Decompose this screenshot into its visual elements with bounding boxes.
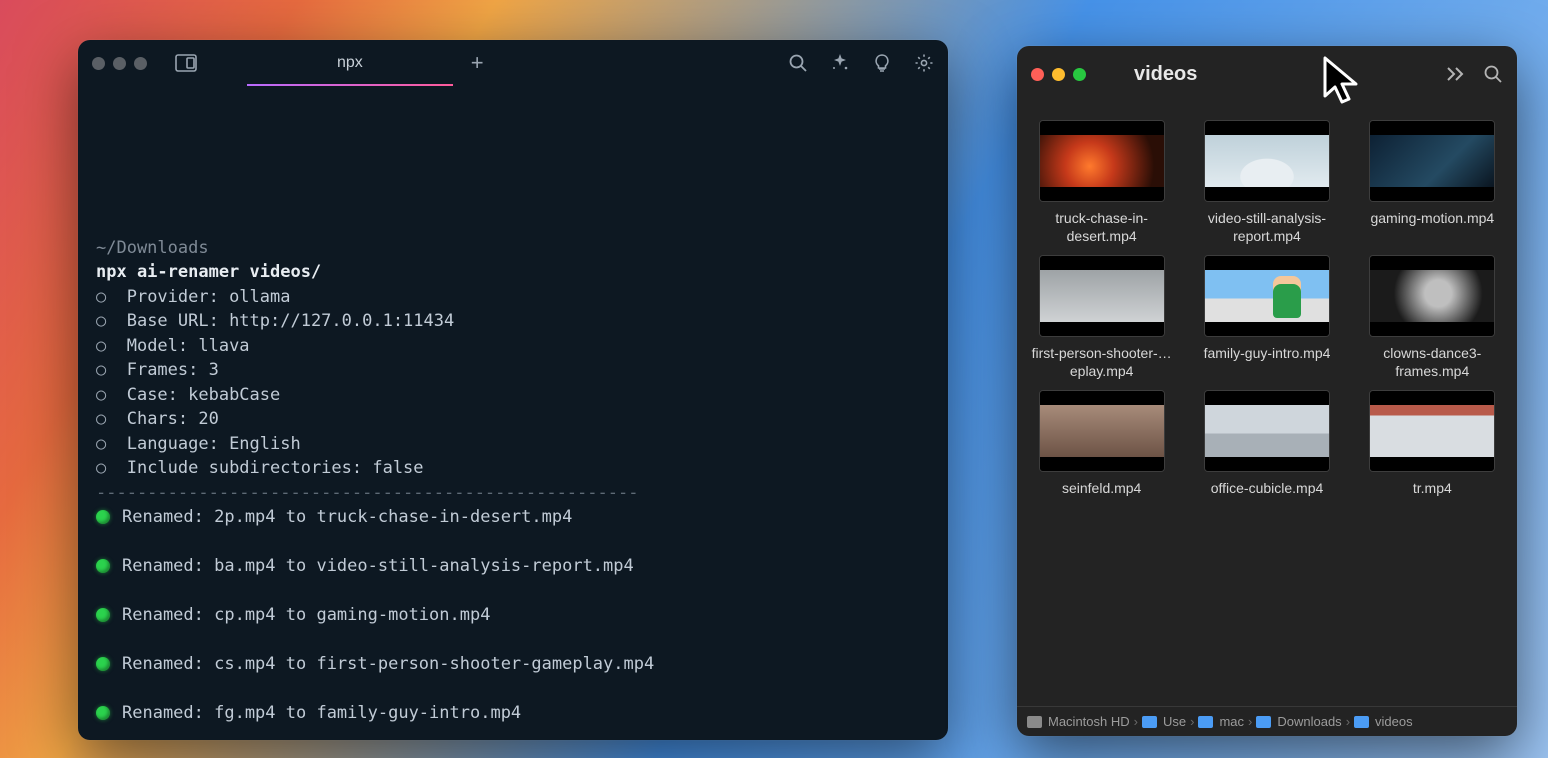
folder-icon — [1198, 716, 1213, 728]
renamed-line: Renamed: 2p.mp4 to truck-chase-in-desert… — [96, 505, 930, 529]
file-name: gaming-motion.mp4 — [1370, 210, 1494, 228]
path-segment[interactable]: mac — [1198, 714, 1244, 729]
minimize-button[interactable] — [1052, 68, 1065, 81]
maximize-button[interactable] — [1073, 68, 1086, 81]
chevron-double-right-icon[interactable] — [1445, 65, 1465, 83]
finder-title: videos — [1134, 63, 1431, 86]
terminal-output[interactable]: ~/Downloads npx ai-renamer videos/ Provi… — [78, 86, 948, 740]
search-icon[interactable] — [788, 53, 808, 73]
file-name: clowns-dance3-frames.mp4 — [1357, 345, 1507, 380]
renamed-line: Renamed: cs.mp4 to first-person-shooter-… — [96, 652, 930, 676]
cwd-line: ~/Downloads — [96, 238, 209, 258]
file-name: office-cubicle.mp4 — [1211, 480, 1324, 498]
file-item[interactable]: video-still-analysis-report.mp4 — [1188, 120, 1345, 245]
ai-sparkle-icon[interactable] — [830, 53, 850, 73]
file-item[interactable]: gaming-motion.mp4 — [1354, 120, 1511, 245]
video-thumbnail — [1039, 120, 1165, 202]
close-button[interactable] — [92, 57, 105, 70]
file-name: truck-chase-in-desert.mp4 — [1027, 210, 1177, 245]
file-item[interactable]: first-person-shooter-…eplay.mp4 — [1023, 255, 1180, 380]
path-segment[interactable]: Macintosh HD — [1027, 714, 1130, 729]
chevron-right-icon: › — [1190, 714, 1194, 729]
terminal-toolbar — [788, 53, 934, 73]
gear-icon[interactable] — [914, 53, 934, 73]
renamed-line: Renamed: ba.mp4 to video-still-analysis-… — [96, 554, 930, 578]
config-line: Provider: ollama — [96, 287, 290, 307]
disk-icon — [1027, 716, 1042, 728]
file-item[interactable]: family-guy-intro.mp4 — [1188, 255, 1345, 380]
file-name: first-person-shooter-…eplay.mp4 — [1027, 345, 1177, 380]
new-tab-button[interactable]: + — [453, 50, 502, 76]
config-line: Language: English — [96, 434, 301, 454]
folder-icon — [1354, 716, 1369, 728]
video-thumbnail — [1204, 255, 1330, 337]
divider-line: ----------------------------------------… — [96, 483, 638, 503]
config-line: Chars: 20 — [96, 409, 219, 429]
finder-icon-grid: truck-chase-in-desert.mp4 video-still-an… — [1017, 102, 1517, 706]
file-item[interactable]: seinfeld.mp4 — [1023, 390, 1180, 498]
finder-traffic-lights — [1031, 68, 1086, 81]
file-item[interactable]: truck-chase-in-desert.mp4 — [1023, 120, 1180, 245]
folder-icon — [1256, 716, 1271, 728]
video-thumbnail — [1039, 255, 1165, 337]
split-pane-icon[interactable] — [175, 54, 197, 72]
renamed-line: Renamed: fg.mp4 to family-guy-intro.mp4 — [96, 701, 930, 725]
video-thumbnail — [1204, 120, 1330, 202]
config-line: Base URL: http://127.0.0.1:11434 — [96, 311, 454, 331]
config-line: Case: kebabCase — [96, 385, 280, 405]
config-line: Include subdirectories: false — [96, 458, 424, 478]
path-segment[interactable]: Use — [1142, 714, 1186, 729]
terminal-window: npx + ~/Downloads npx ai-renamer videos/… — [78, 40, 948, 740]
folder-icon — [1142, 716, 1157, 728]
file-name: tr.mp4 — [1413, 480, 1452, 498]
path-segment[interactable]: Downloads — [1256, 714, 1341, 729]
chevron-right-icon: › — [1248, 714, 1252, 729]
file-item[interactable]: tr.mp4 — [1354, 390, 1511, 498]
video-thumbnail — [1369, 390, 1495, 472]
minimize-button[interactable] — [113, 57, 126, 70]
renamed-line: Renamed: cp.mp4 to gaming-motion.mp4 — [96, 603, 930, 627]
finder-toolbar — [1445, 64, 1503, 84]
file-item[interactable]: clowns-dance3-frames.mp4 — [1354, 255, 1511, 380]
video-thumbnail — [1369, 120, 1495, 202]
maximize-button[interactable] — [134, 57, 147, 70]
terminal-tab-label: npx — [337, 54, 363, 72]
command-line: npx ai-renamer videos/ — [96, 262, 321, 282]
file-item[interactable]: office-cubicle.mp4 — [1188, 390, 1345, 498]
video-thumbnail — [1039, 390, 1165, 472]
lightbulb-icon[interactable] — [872, 53, 892, 73]
file-name: video-still-analysis-report.mp4 — [1192, 210, 1342, 245]
terminal-tab[interactable]: npx — [247, 40, 453, 86]
finder-path-bar: Macintosh HD › Use › mac › Downloads › v… — [1017, 706, 1517, 736]
file-name: seinfeld.mp4 — [1062, 480, 1141, 498]
finder-titlebar: videos — [1017, 46, 1517, 102]
file-name: family-guy-intro.mp4 — [1204, 345, 1331, 363]
finder-window: videos truck-chase-in-desert.mp4 video-s… — [1017, 46, 1517, 736]
terminal-tabs: npx + — [175, 40, 788, 86]
close-button[interactable] — [1031, 68, 1044, 81]
search-icon[interactable] — [1483, 64, 1503, 84]
chevron-right-icon: › — [1134, 714, 1138, 729]
chevron-right-icon: › — [1346, 714, 1350, 729]
config-line: Frames: 3 — [96, 360, 219, 380]
path-segment[interactable]: videos — [1354, 714, 1413, 729]
video-thumbnail — [1369, 255, 1495, 337]
terminal-traffic-lights — [92, 57, 147, 70]
video-thumbnail — [1204, 390, 1330, 472]
terminal-titlebar: npx + — [78, 40, 948, 86]
config-line: Model: llava — [96, 336, 250, 356]
